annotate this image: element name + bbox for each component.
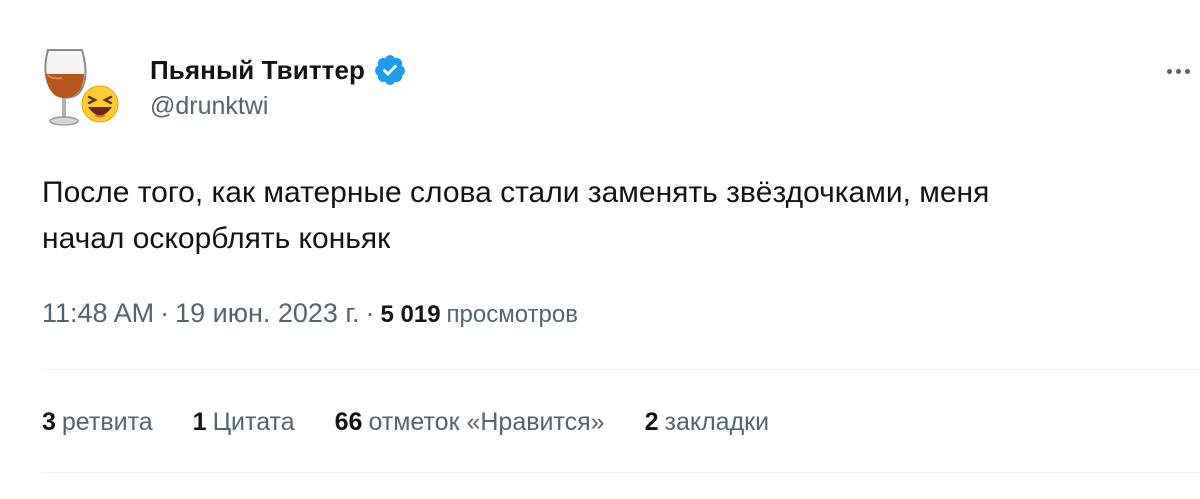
- quotes-stat[interactable]: 1 Цитата: [193, 408, 295, 437]
- quotes-count: 1: [192, 408, 207, 436]
- tweet-card: Пьяный Твиттер @drunktwi После того, как…: [0, 0, 1200, 499]
- avatar[interactable]: [40, 44, 124, 130]
- quotes-label: Цитата: [212, 408, 295, 436]
- engagement-stats: 3 ретвита 1 Цитата 66 отметок «Нравится»…: [42, 408, 809, 437]
- retweets-stat[interactable]: 3 ретвита: [42, 408, 153, 437]
- bookmarks-label: закладки: [664, 408, 770, 436]
- likes-label: отметок «Нравится»: [368, 408, 605, 436]
- divider: [42, 369, 1200, 370]
- bookmarks-count: 2: [644, 408, 659, 436]
- tweet-date[interactable]: 19 июн. 2023 г.: [175, 298, 359, 329]
- author-display-name[interactable]: Пьяный Твиттер: [150, 55, 365, 86]
- author-handle[interactable]: @drunktwi: [150, 92, 268, 121]
- bookmarks-stat[interactable]: 2 закладки: [645, 408, 769, 437]
- tweet-text-line: После того, как матерные слова стали зам…: [42, 176, 990, 209]
- retweets-label: ретвита: [61, 408, 153, 436]
- retweets-count: 3: [42, 408, 56, 436]
- more-dot-icon: [1175, 68, 1181, 74]
- tweet-text-line: начал оскорблять коньяк: [42, 222, 391, 255]
- views-count: 5 019: [380, 301, 441, 328]
- views-label: просмотров: [446, 301, 578, 328]
- likes-stat[interactable]: 66 отметок «Нравится»: [335, 408, 605, 437]
- more-dot-icon: [1184, 68, 1190, 74]
- tweet-meta: 11:48 AM · 19 июн. 2023 г. · 5 019 просм…: [42, 298, 578, 329]
- meta-separator: ·: [160, 298, 170, 328]
- tweet-text: После того, как матерные слова стали зам…: [42, 170, 1162, 262]
- more-dot-icon: [1166, 68, 1172, 74]
- verified-badge-icon[interactable]: [373, 53, 407, 87]
- tweet-time[interactable]: 11:48 AM: [42, 298, 154, 329]
- author-name-row: Пьяный Твиттер: [150, 52, 407, 88]
- likes-count: 66: [334, 408, 363, 436]
- cognac-glass-laughing-emoji-icon: [44, 49, 119, 126]
- more-options-button[interactable]: [1158, 56, 1198, 86]
- divider: [42, 472, 1200, 473]
- meta-separator: ·: [365, 298, 375, 328]
